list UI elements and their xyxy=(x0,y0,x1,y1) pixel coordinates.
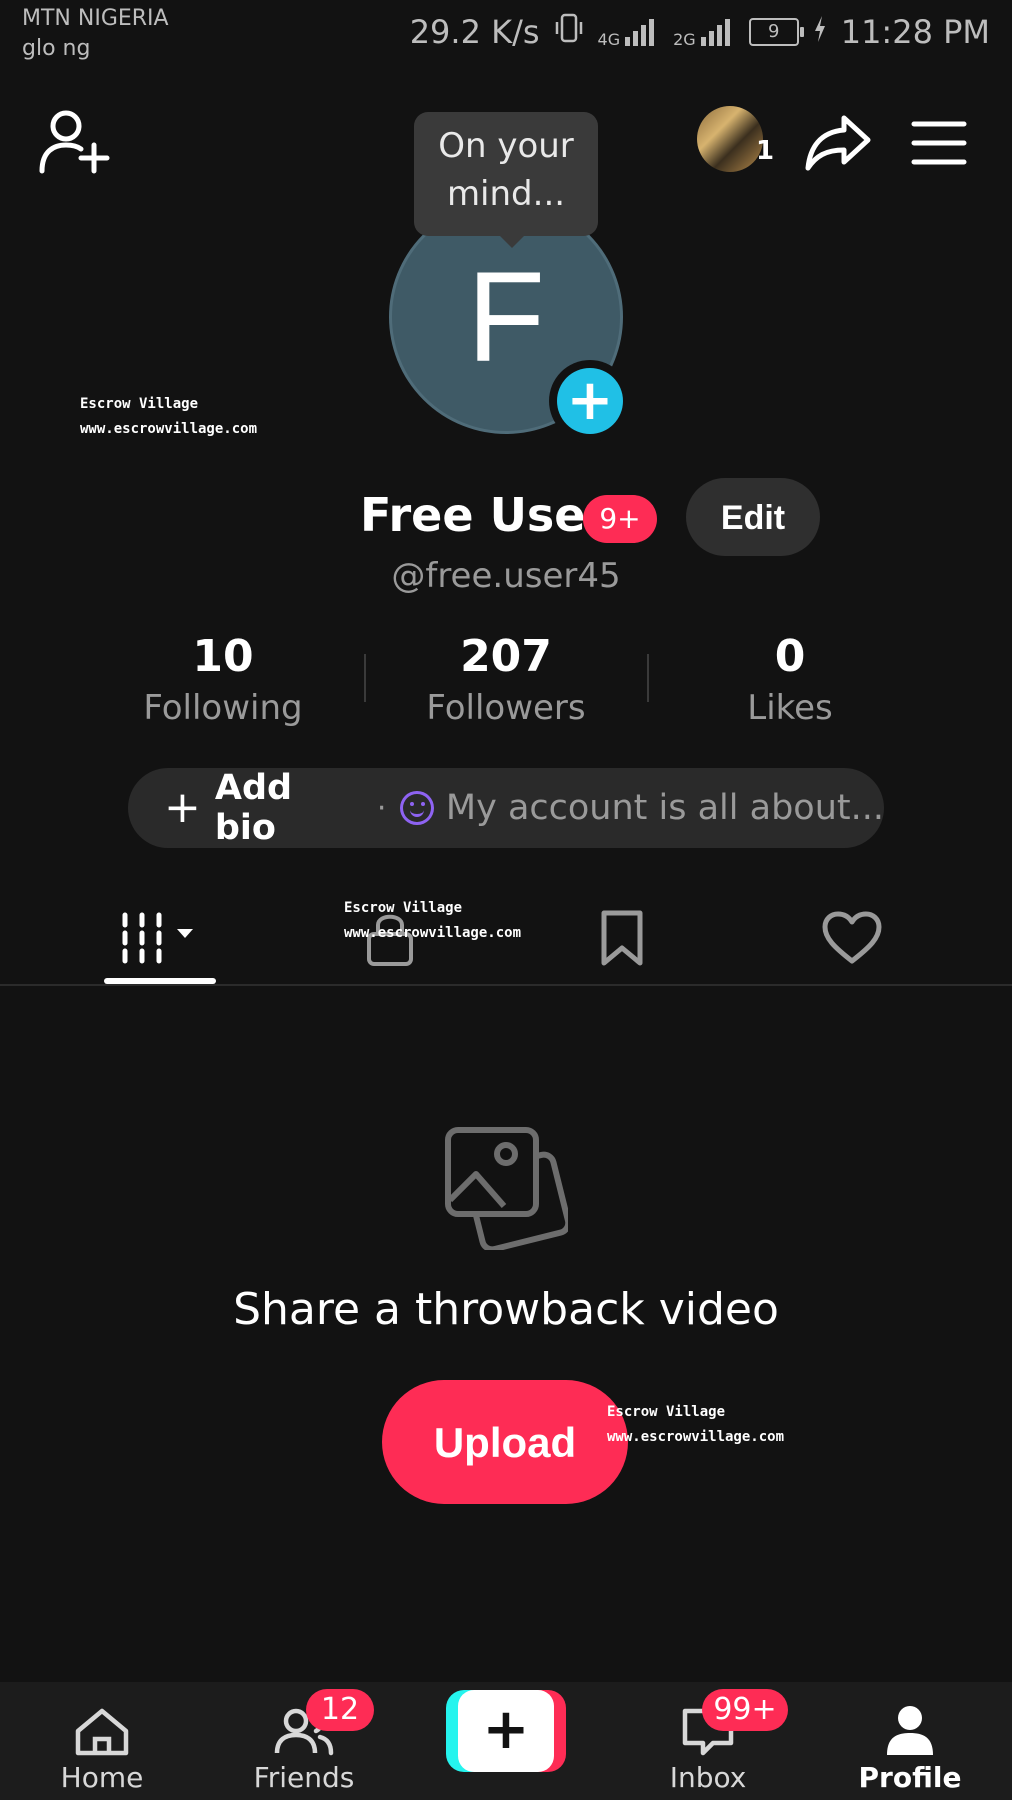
network-speed: 29.2 K/s xyxy=(409,13,540,51)
plus-icon: + xyxy=(164,782,201,833)
stat-label: Following xyxy=(143,688,303,728)
profile-handle: @free.user45 xyxy=(391,556,621,596)
nav-home[interactable]: Home xyxy=(12,1690,192,1794)
on-your-mind-tooltip[interactable]: On your mind... xyxy=(414,112,598,248)
profile-icon xyxy=(887,1706,933,1755)
watermark-line-2: www.escrowvillage.com xyxy=(80,421,258,437)
watermark-line-2: www.escrowvillage.com xyxy=(344,925,522,941)
stat-likes[interactable]: 0 Likes xyxy=(670,630,910,732)
tab-liked[interactable] xyxy=(792,890,912,986)
create-button[interactable]: + xyxy=(446,1690,566,1772)
bio-separator: · xyxy=(376,790,387,826)
name-badge: 9+ xyxy=(583,495,657,543)
story-avatar[interactable] xyxy=(697,106,763,172)
stat-value: 207 xyxy=(460,631,552,682)
status-indicators: 29.2 K/s 4G 2G 9 11:28 PM xyxy=(410,12,990,52)
stat-value: 0 xyxy=(774,631,806,682)
watermark: Escrow Village www.escrowvillage.com xyxy=(80,392,257,442)
stat-following[interactable]: 10 Following xyxy=(103,630,343,732)
signal-2g-icon: 2G xyxy=(673,17,735,49)
inbox-badge: 99+ xyxy=(702,1689,788,1731)
add-friend-icon[interactable] xyxy=(34,102,114,182)
tooltip-line-1: On your xyxy=(438,126,574,166)
watermark: Escrow Village www.escrowvillage.com xyxy=(607,1400,784,1450)
vibrate-icon xyxy=(554,12,584,52)
videos-grid-icon xyxy=(122,912,193,964)
add-avatar-button[interactable]: + xyxy=(549,360,631,442)
friends-badge: 12 xyxy=(306,1689,374,1731)
watermark: Escrow Village www.escrowvillage.com xyxy=(344,896,521,946)
bookmark-icon xyxy=(601,910,643,966)
watermark-line-1: Escrow Village xyxy=(607,1404,726,1420)
share-icon[interactable] xyxy=(800,104,876,180)
plus-icon: + xyxy=(557,368,623,434)
stat-divider xyxy=(647,654,649,702)
watermark-line-1: Escrow Village xyxy=(80,396,199,412)
tab-videos[interactable] xyxy=(100,890,220,986)
network-type-2: 2G xyxy=(673,30,696,49)
stat-followers[interactable]: 207 Followers xyxy=(386,630,626,732)
nav-home-label: Home xyxy=(60,1761,144,1794)
charging-icon xyxy=(813,13,827,51)
add-bio-button[interactable]: + Add bio · My account is all about... xyxy=(128,768,884,848)
tooltip-line-2: mind... xyxy=(446,174,566,214)
stat-label: Likes xyxy=(747,688,833,728)
stat-divider xyxy=(364,654,366,702)
nav-profile-label: Profile xyxy=(858,1761,962,1794)
upload-button[interactable]: Upload xyxy=(382,1380,628,1504)
nav-profile[interactable]: Profile xyxy=(820,1690,1000,1794)
watermark-line-1: Escrow Village xyxy=(344,900,463,916)
plus-icon: + xyxy=(458,1690,554,1772)
nav-friends-label: Friends xyxy=(253,1761,355,1794)
clock: 11:28 PM xyxy=(840,13,990,51)
carrier-primary: MTN NIGERIA xyxy=(22,6,169,31)
smile-icon xyxy=(400,791,434,825)
tab-favorites[interactable] xyxy=(562,890,682,986)
add-bio-label: Add bio xyxy=(214,768,293,848)
photos-icon xyxy=(444,1126,572,1253)
edit-profile-button[interactable]: Edit xyxy=(686,478,820,556)
bio-placeholder: My account is all about... xyxy=(445,788,884,828)
nav-inbox-label: Inbox xyxy=(669,1761,747,1794)
signal-4g-icon: 4G xyxy=(597,17,660,49)
stat-label: Followers xyxy=(426,688,586,728)
network-type-1: 4G xyxy=(597,30,621,49)
carrier-secondary: glo ng xyxy=(22,36,91,61)
home-icon xyxy=(75,1708,129,1756)
stat-value: 10 xyxy=(192,631,254,682)
empty-state-title: Share a throwback video xyxy=(233,1284,779,1335)
battery-icon: 9 xyxy=(748,18,804,46)
heart-icon xyxy=(822,911,882,964)
watermark-line-2: www.escrowvillage.com xyxy=(607,1429,785,1445)
menu-icon[interactable] xyxy=(906,110,972,176)
story-count: 1 xyxy=(756,136,775,166)
profile-name: Free User xyxy=(360,488,609,542)
tabs-divider xyxy=(0,984,1012,986)
